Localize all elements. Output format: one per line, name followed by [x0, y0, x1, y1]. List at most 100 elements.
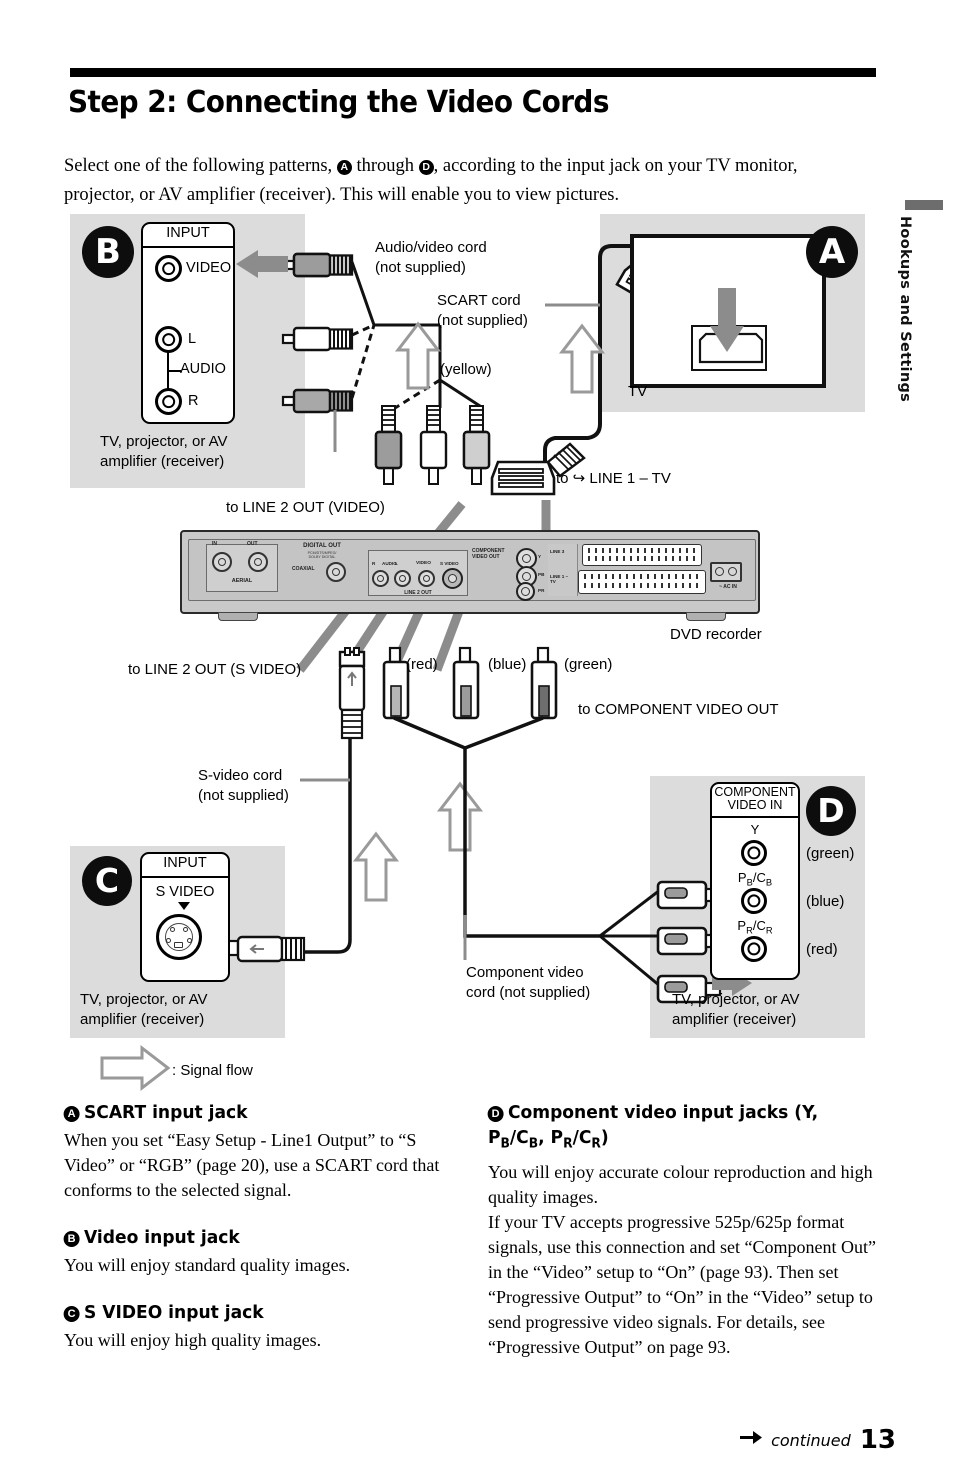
- panel-d-jack-pb: [741, 888, 767, 914]
- note-d-heading: D Component video input jacks (Y, PB/CB, …: [487, 1100, 860, 1157]
- panel-c-letter: C: [82, 856, 132, 906]
- panel-b-caption: TV, projector, or AV amplifier (receiver…: [100, 433, 228, 470]
- panel-d-jack-pr-label: PR/CR: [737, 918, 773, 936]
- label-to-component: to COMPONENT VIDEO OUT: [578, 701, 779, 718]
- rear-comp-pb: PB: [538, 572, 545, 577]
- note-d-sub-b2: B: [528, 1136, 539, 1152]
- panel-c-caption: TV, projector, or AV amplifier (receiver…: [80, 991, 208, 1028]
- page-title: Step 2: Connecting the Video Cords: [68, 85, 609, 120]
- rear-comp-pr: PR: [538, 588, 545, 593]
- panel-d-jack-y: [741, 840, 767, 866]
- note-d-sub-r1: R: [563, 1136, 573, 1152]
- rca-plug-down-yellow: [462, 404, 491, 486]
- rear-audio-label: AUDIO: [382, 561, 397, 566]
- notes-section: A SCART input jack When you set “Easy Set…: [0, 1100, 954, 1430]
- label-dvd-recorder: DVD recorder: [670, 626, 762, 643]
- panel-b-audio-label: AUDIO: [180, 361, 226, 377]
- rear-aerial-in: IN: [212, 541, 217, 547]
- label-to-line2-svideo: to LINE 2 OUT (S VIDEO): [128, 661, 302, 678]
- continued-arrow-icon: [740, 1431, 763, 1449]
- manual-page: Step 2: Connecting the Video Cords Selec…: [0, 0, 954, 1483]
- note-b-heading: B Video input jack: [63, 1225, 436, 1250]
- page-footer: continued 13: [740, 1425, 896, 1455]
- panel-b-left-label: L: [188, 331, 197, 347]
- label-to-line2-video: to LINE 2 OUT (VIDEO): [226, 499, 385, 516]
- label-component-cord: Component video cord (not supplied): [466, 964, 591, 1001]
- panel-d-jack-pb-label: PB/CB: [737, 870, 773, 888]
- notes-column-left: A SCART input jack When you set “Easy Set…: [63, 1100, 456, 1375]
- page-number: 13: [859, 1425, 896, 1455]
- panel-d-jack-y-label: Y: [750, 822, 760, 837]
- signal-flow-legend-icon: [100, 1044, 171, 1092]
- rca-plug-down-grey: [374, 404, 403, 486]
- signal-flow-legend-label: : Signal flow: [172, 1062, 253, 1079]
- panel-a-letter: A: [806, 226, 858, 278]
- rear-aerial-label: AERIAL: [231, 578, 253, 584]
- note-d-heading-p3: , P: [538, 1127, 564, 1148]
- note-d-heading-p5: ): [600, 1127, 609, 1148]
- title-rule: [70, 68, 876, 77]
- panel-b-input-label: INPUT: [166, 225, 210, 241]
- panel-d-title-2: VIDEO IN: [727, 798, 783, 812]
- rear-video-label: VIDEO: [416, 561, 431, 566]
- note-c-heading: CS VIDEO input jack: [63, 1300, 436, 1325]
- label-plug-green: (green): [564, 656, 613, 673]
- label-plug-red: (red): [406, 656, 438, 673]
- rear-digital-out: DIGITAL OUT: [303, 543, 341, 549]
- label-yellow: (yellow): [440, 361, 492, 378]
- label-scart-cord: SCART cord (not supplied): [437, 292, 528, 329]
- component-plug-red: [382, 646, 410, 720]
- note-b-heading-text: Video input jack: [83, 1227, 240, 1248]
- panel-b-letter: B: [82, 226, 134, 278]
- panel-b-left-jack: [155, 326, 182, 353]
- pattern-d-badge: D: [418, 160, 434, 175]
- panel-d-title-1: COMPONENT: [714, 785, 796, 799]
- rear-aerial-out: OUT: [247, 541, 258, 547]
- rear-line3: LINE 3: [550, 549, 565, 554]
- panel-d-colour-blue: (blue): [806, 893, 845, 910]
- note-b-body: You will enjoy standard quality images.: [64, 1255, 351, 1275]
- note-d-body: You will enjoy accurate colour reproduct…: [488, 1161, 876, 1357]
- label-av-cord: Audio/video cord (not supplied): [375, 239, 487, 276]
- label-to-line1-tv: to ↪ LINE 1 – TV: [556, 470, 671, 487]
- signal-flow-arrow-2: [558, 323, 606, 394]
- note-b-badge: B: [63, 1231, 80, 1247]
- panel-d-colour-red: (red): [806, 941, 838, 958]
- intro-text-pre: Select one of the following patterns,: [64, 156, 337, 176]
- signal-flow-arrow-1: [394, 321, 442, 390]
- intro-text-mid: through: [351, 156, 419, 176]
- panel-a-caption: TV: [628, 383, 648, 400]
- note-a-body: When you set “Easy Setup - Line1 Output”…: [64, 1130, 440, 1200]
- panel-d-letter: D: [806, 786, 856, 836]
- panel-b-right-label: R: [188, 393, 199, 409]
- pattern-a-badge: A: [336, 160, 352, 175]
- note-a-heading: A SCART input jack: [63, 1100, 436, 1125]
- continued-label: continued: [771, 1430, 851, 1450]
- note-d-heading-p2: /C: [509, 1127, 529, 1148]
- signal-flow-arrow-4: [436, 781, 484, 852]
- signal-flow-arrow-3: [352, 831, 400, 902]
- note-d-sub-b1: B: [500, 1136, 510, 1152]
- panel-d-colour-green: (green): [806, 845, 855, 862]
- label-plug-blue: (blue): [488, 656, 527, 673]
- rear-audio-r: R: [372, 561, 376, 566]
- panel-b-right-jack: [155, 388, 182, 415]
- connection-diagram: B INPUT VIDEO L R AUDIO TV, projector, o…: [0, 200, 954, 1092]
- note-a-badge: A: [63, 1106, 80, 1122]
- dvd-recorder-rear-panel: IN OUT AERIAL DIGITAL OUT PCM/DTS/MPEG/ …: [180, 530, 760, 621]
- panel-c-arrow-marker: [178, 902, 190, 910]
- note-c-heading-text: S VIDEO input jack: [83, 1302, 264, 1323]
- note-d-sub-r2: R: [591, 1136, 601, 1152]
- panel-d-caption: TV, projector, or AV amplifier (receiver…: [672, 991, 800, 1028]
- rca-plug-down-white: [419, 404, 448, 486]
- notes-column-right: D Component video input jacks (Y, PB/CB, …: [487, 1100, 880, 1382]
- note-c-badge: C: [63, 1306, 80, 1322]
- rear-coaxial: COAXIAL: [292, 566, 315, 572]
- rear-digital-sub: PCM/DTS/MPEG/ DOLBY DIGITAL: [307, 551, 337, 560]
- rear-line2-out: LINE 2 OUT: [404, 590, 432, 596]
- note-d-badge: D: [487, 1106, 504, 1122]
- panel-c-input-label: INPUT: [163, 855, 207, 871]
- rear-svideo-label: S VIDEO: [440, 561, 459, 566]
- rear-comp-y: Y: [538, 554, 542, 559]
- panel-c-svideo-label: S VIDEO: [155, 884, 215, 900]
